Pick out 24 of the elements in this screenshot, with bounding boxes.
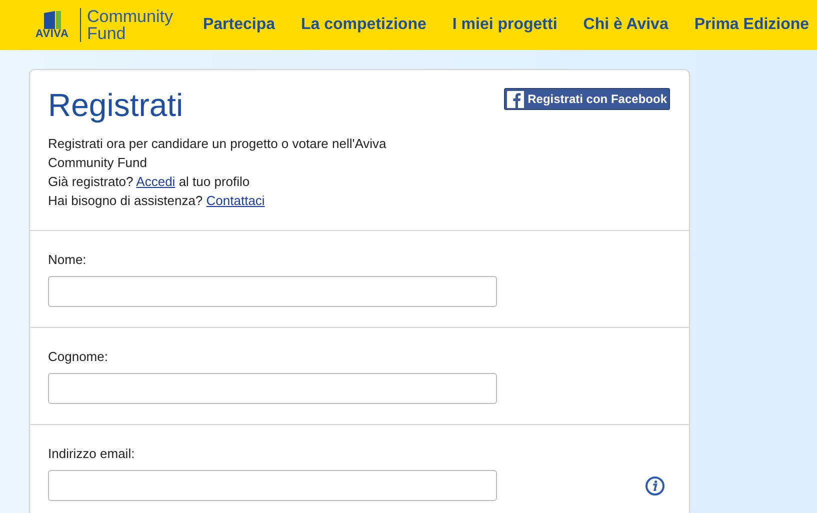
input-field[interactable] [48,470,497,501]
flag-icon [42,10,62,28]
nav-link[interactable]: La competizione [301,13,426,37]
info-icon[interactable] [645,476,665,496]
field-label: Indirizzo email: [48,446,136,462]
input-field[interactable] [48,276,497,307]
facebook-icon [506,90,524,108]
logo[interactable]: AVIVA Community Fund [30,8,173,42]
help-text: Hai bisogno di assistenza? Contattaci [48,192,266,210]
text-link[interactable]: Contattaci [206,193,265,208]
text-link[interactable]: Accedi [136,174,176,189]
nav-link[interactable]: Prima Edizione [694,13,810,37]
nav-link[interactable]: Chi è Aviva [583,13,668,37]
nav-link[interactable]: Partecipa [202,13,276,37]
logo-text: Fund [87,25,126,42]
logo-text: Community [87,8,173,25]
help-text: Già registrato? Accedi al tuo profilo [48,173,251,191]
field-label: Nome: [48,252,88,268]
field-label: Cognome: [48,349,109,365]
input-field[interactable] [48,373,497,404]
nav-link[interactable]: I miei progetti [452,13,558,37]
facebook-button[interactable]: Registrati con Facebook [504,88,670,110]
page-title: Registrati [48,86,184,124]
brand-name: AVIVA [35,28,69,40]
